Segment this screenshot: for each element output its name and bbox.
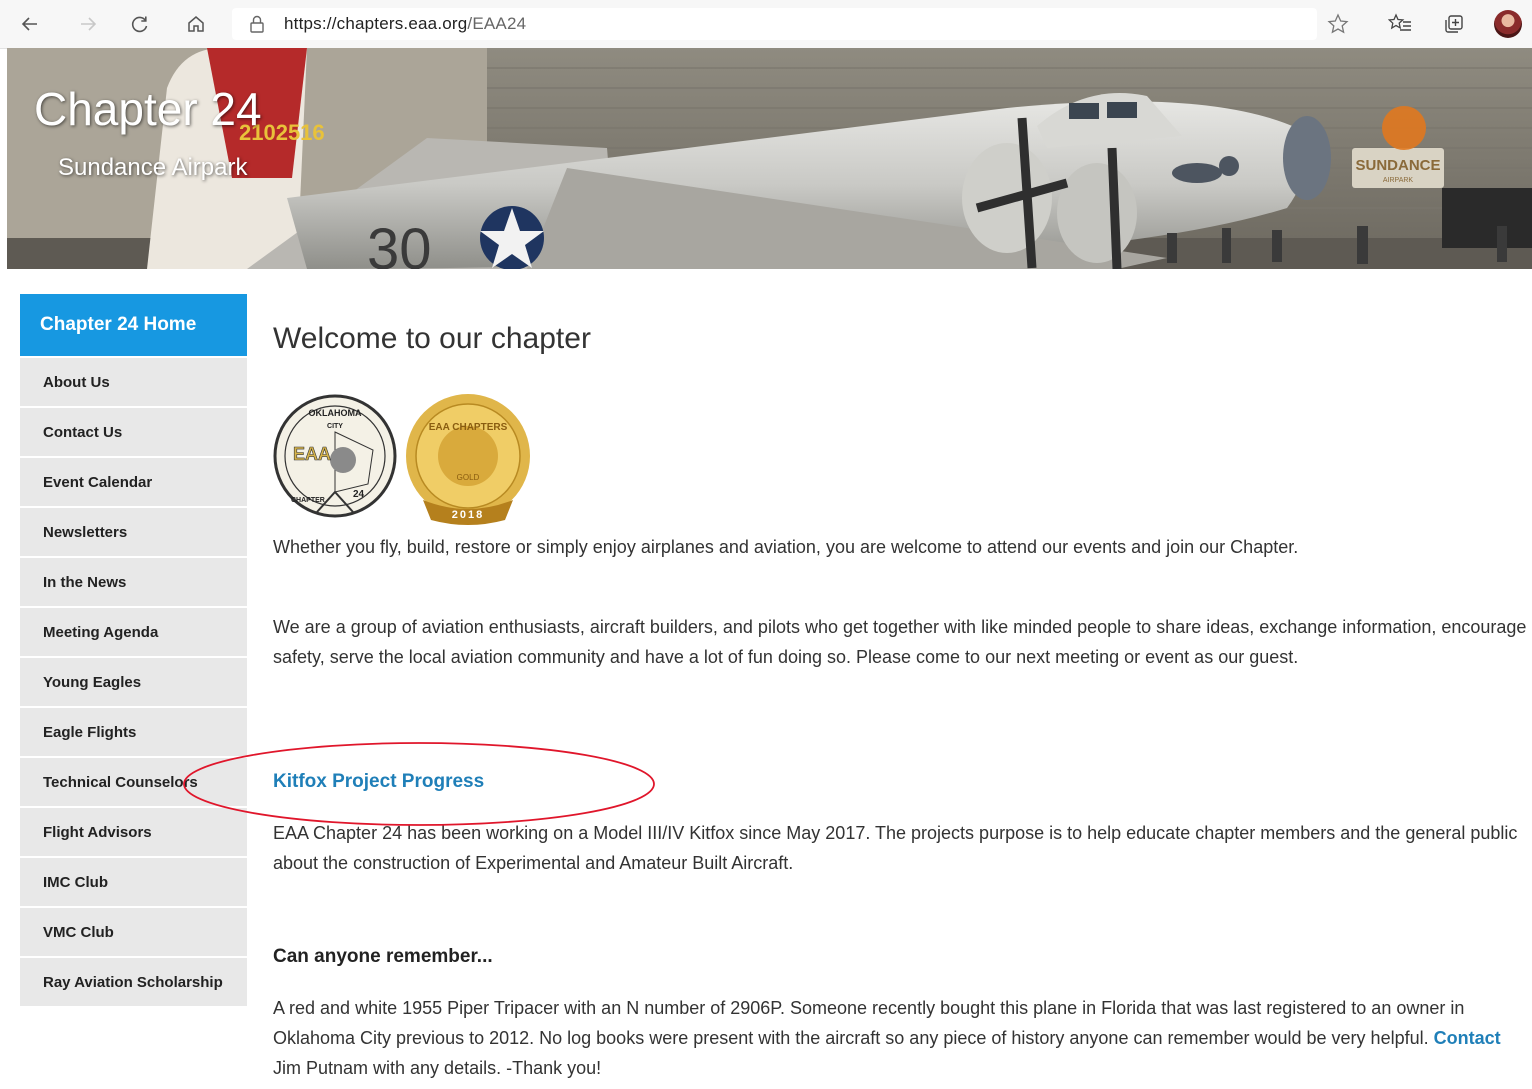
sidebar-item-in-the-news[interactable]: In the News — [20, 558, 247, 606]
svg-text:24: 24 — [353, 489, 365, 500]
remember-paragraph: A red and white 1955 Piper Tripacer with… — [273, 993, 1528, 1083]
banner-subtitle: Sundance Airpark — [58, 154, 248, 181]
chapter-logos: OKLAHOMA CITY EAA CHAPTER 24 EAA CHAPTER… — [273, 394, 530, 525]
sidebar-item-eagle-flights[interactable]: Eagle Flights — [20, 708, 247, 756]
contact-link[interactable]: Contact — [1434, 1028, 1501, 1048]
sidebar-item-young-eagles[interactable]: Young Eagles — [20, 658, 247, 706]
svg-text:SUNDANCE: SUNDANCE — [1355, 157, 1440, 174]
remember-text-end: Jim Putnam with any details. -Thank you! — [273, 1058, 602, 1078]
page-title: Welcome to our chapter — [273, 322, 591, 355]
svg-text:AIRPARK: AIRPARK — [1383, 177, 1414, 184]
sidebar-item-imc-club[interactable]: IMC Club — [20, 858, 247, 906]
star-icon[interactable] — [1322, 8, 1354, 40]
back-arrow-icon[interactable] — [14, 8, 46, 40]
intro-paragraph: Whether you fly, build, restore or simpl… — [273, 537, 1299, 557]
browser-toolbar: https://chapters.eaa.org/EAA24 — [0, 0, 1532, 49]
lock-icon[interactable] — [248, 14, 266, 39]
remember-heading: Can anyone remember... — [273, 946, 493, 967]
sidebar-item-newsletters[interactable]: Newsletters — [20, 508, 247, 556]
okc-chapter-24-logo: OKLAHOMA CITY EAA CHAPTER 24 — [273, 394, 397, 518]
url-text: https://chapters.eaa.org/EAA24 — [284, 14, 527, 33]
sidebar-item-home[interactable]: Chapter 24 Home — [20, 294, 247, 356]
banner-title: Chapter 24 — [34, 83, 262, 135]
sidebar-item-flight-advisors[interactable]: Flight Advisors — [20, 808, 247, 856]
sidebar-item-event-calendar[interactable]: Event Calendar — [20, 458, 247, 506]
collections-icon[interactable] — [1438, 8, 1470, 40]
sidebar-nav: Chapter 24 Home About Us Contact Us Even… — [20, 294, 247, 1006]
kitfox-paragraph: EAA Chapter 24 has been working on a Mod… — [273, 823, 1518, 873]
sidebar-item-ray-aviation-scholarship[interactable]: Ray Aviation Scholarship — [20, 958, 247, 1006]
home-icon[interactable] — [180, 8, 212, 40]
remember-text: A red and white 1955 Piper Tripacer with… — [273, 998, 1465, 1048]
eaa-gold-2018-badge: EAA CHAPTERS GOLD 2018 — [406, 394, 530, 525]
svg-text:OKLAHOMA: OKLAHOMA — [309, 408, 362, 418]
svg-text:2018: 2018 — [452, 509, 484, 521]
sidebar-item-meeting-agenda[interactable]: Meeting Agenda — [20, 608, 247, 656]
kitfox-project-link[interactable]: Kitfox Project Progress — [273, 771, 484, 793]
svg-text:GOLD: GOLD — [457, 473, 480, 482]
svg-text:EAA CHAPTERS: EAA CHAPTERS — [429, 422, 508, 433]
refresh-icon[interactable] — [124, 8, 156, 40]
sidebar-item-technical-counselors[interactable]: Technical Counselors — [20, 758, 247, 806]
sidebar-item-about-us[interactable]: About Us — [20, 358, 247, 406]
profile-avatar[interactable] — [1494, 10, 1522, 38]
svg-text:CITY: CITY — [327, 423, 343, 430]
svg-text:CHAPTER: CHAPTER — [291, 497, 325, 504]
svg-text:EAA: EAA — [293, 444, 331, 464]
sidebar-item-vmc-club[interactable]: VMC Club — [20, 908, 247, 956]
sidebar-item-contact-us[interactable]: Contact Us — [20, 408, 247, 456]
forward-arrow-icon[interactable] — [72, 8, 104, 40]
address-bar[interactable]: https://chapters.eaa.org/EAA24 — [232, 8, 1317, 40]
svg-text:30: 30 — [367, 217, 432, 269]
about-paragraph: We are a group of aviation enthusiasts, … — [273, 617, 1527, 667]
favorites-icon[interactable] — [1384, 8, 1416, 40]
